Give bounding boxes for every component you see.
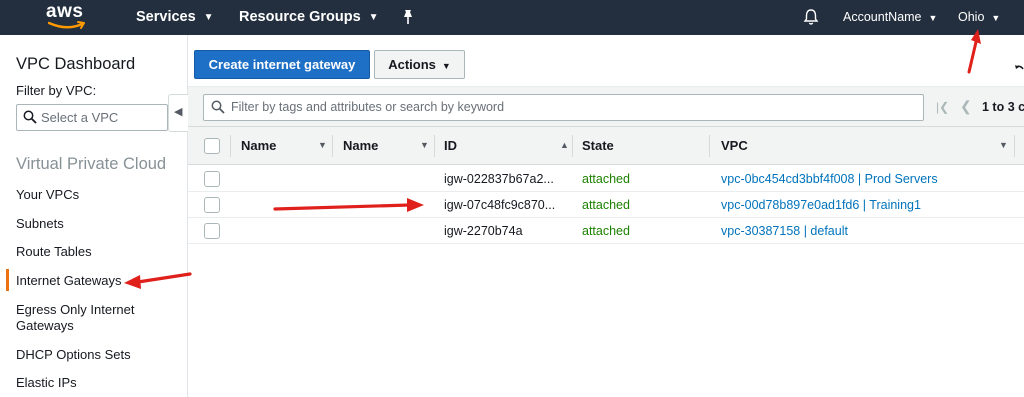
- chevron-down-icon: ▼: [928, 13, 938, 23]
- toolbar: Create internet gateway Actions ▼: [188, 35, 1024, 87]
- row-state: attached: [582, 172, 630, 186]
- resource-groups-label: Resource Groups: [239, 9, 361, 25]
- column-header-vpc[interactable]: VPC: [721, 127, 748, 165]
- bell-icon[interactable]: [803, 8, 819, 26]
- column-header-state[interactable]: State: [582, 127, 614, 165]
- virtual-private-cloud-heading: Virtual Private Cloud: [16, 155, 167, 173]
- sidebar: VPC Dashboard Filter by VPC: Select a VP…: [0, 35, 188, 397]
- table-header: Name ▼ Name ▼ ID ▲ State VPC ▼: [188, 127, 1024, 165]
- column-divider: [709, 135, 710, 157]
- column-header-name-tag[interactable]: Name: [343, 127, 378, 165]
- row-checkbox[interactable]: [204, 223, 220, 239]
- refresh-icon[interactable]: [1014, 65, 1024, 79]
- actions-label: Actions: [388, 57, 436, 72]
- filter-bar: Filter by tags and attributes or search …: [188, 87, 1024, 127]
- row-state: attached: [582, 198, 630, 212]
- row-vpc-link[interactable]: vpc-00d78b897e0ad1fd6 | Training1: [721, 192, 921, 218]
- chevron-down-icon: ▼: [203, 12, 214, 23]
- row-id: igw-2270b74a: [444, 224, 523, 238]
- filter-search-input[interactable]: Filter by tags and attributes or search …: [203, 94, 924, 121]
- pagination-text: 1 to 3 c: [982, 100, 1024, 114]
- account-label: AccountName: [843, 10, 922, 24]
- active-item-indicator: [6, 269, 9, 291]
- vpc-select[interactable]: Select a VPC: [16, 104, 168, 131]
- chevron-down-icon: ▼: [441, 61, 451, 71]
- aws-logo-text: aws: [46, 1, 84, 22]
- services-label: Services: [136, 9, 196, 25]
- sidebar-item-subnets[interactable]: Subnets: [16, 216, 64, 232]
- row-checkbox[interactable]: [204, 197, 220, 213]
- collapse-sidebar-button[interactable]: ◀: [168, 94, 188, 132]
- resource-groups-menu[interactable]: Resource Groups ▼: [239, 0, 379, 35]
- pin-icon[interactable]: [401, 9, 415, 25]
- chevron-down-icon[interactable]: ▼: [318, 140, 327, 150]
- sidebar-item-dhcp-options-sets[interactable]: DHCP Options Sets: [16, 347, 131, 363]
- chevron-left-icon: ◀: [174, 106, 183, 118]
- column-divider: [332, 135, 333, 157]
- row-vpc-link[interactable]: vpc-30387158 | default: [721, 218, 848, 244]
- services-menu[interactable]: Services ▼: [136, 0, 214, 35]
- chevron-down-icon[interactable]: ▼: [420, 140, 429, 150]
- sort-ascending-icon[interactable]: ▲: [560, 140, 569, 150]
- row-state: attached: [582, 224, 630, 238]
- aws-smile-icon: [48, 21, 85, 29]
- top-navigation-bar: aws Services ▼ Resource Groups ▼ AccountNa…: [0, 0, 1024, 35]
- column-divider: [434, 135, 435, 157]
- column-header-name[interactable]: Name: [241, 127, 276, 165]
- vpc-select-placeholder: Select a VPC: [41, 110, 119, 125]
- sidebar-item-egress-only-internet-gateways[interactable]: Egress Only Internet Gateways: [16, 302, 156, 334]
- row-checkbox[interactable]: [204, 171, 220, 187]
- first-page-icon[interactable]: |❮: [936, 100, 949, 114]
- table-row[interactable]: igw-2270b74a attached vpc-30387158 | def…: [188, 218, 1024, 244]
- column-divider: [572, 135, 573, 157]
- filter-by-vpc-label: Filter by VPC:: [16, 83, 97, 98]
- column-header-id[interactable]: ID: [444, 127, 457, 165]
- column-divider: [1014, 135, 1015, 157]
- aws-logo[interactable]: aws: [46, 2, 90, 32]
- filter-search-placeholder: Filter by tags and attributes or search …: [231, 100, 505, 114]
- region-menu[interactable]: Ohio ▼: [958, 0, 1000, 35]
- column-divider: [230, 135, 231, 157]
- actions-button[interactable]: Actions ▼: [374, 50, 465, 79]
- chevron-down-icon[interactable]: ▼: [999, 140, 1008, 150]
- region-label: Ohio: [958, 10, 985, 24]
- sidebar-item-internet-gateways[interactable]: Internet Gateways: [16, 273, 122, 289]
- chevron-down-icon: ▼: [368, 12, 379, 23]
- row-vpc-link[interactable]: vpc-0bc454cd3bbf4f008 | Prod Servers: [721, 166, 938, 192]
- create-internet-gateway-button[interactable]: Create internet gateway: [194, 50, 370, 79]
- row-id: igw-022837b67a2...: [444, 172, 554, 186]
- previous-page-icon[interactable]: ❮: [960, 98, 972, 115]
- sidebar-item-your-vpcs[interactable]: Your VPCs: [16, 187, 79, 203]
- main-content: Create internet gateway Actions ▼ Filter …: [188, 35, 1024, 397]
- select-all-checkbox[interactable]: [204, 138, 220, 154]
- sidebar-item-elastic-ips[interactable]: Elastic IPs: [16, 375, 77, 391]
- search-icon: [211, 100, 225, 114]
- sidebar-title[interactable]: VPC Dashboard: [16, 55, 135, 74]
- sidebar-item-route-tables[interactable]: Route Tables: [16, 244, 92, 260]
- account-menu[interactable]: AccountName ▼: [843, 0, 937, 35]
- chevron-down-icon: ▼: [991, 13, 1001, 23]
- table-row[interactable]: igw-07c48fc9c870... attached vpc-00d78b8…: [188, 192, 1024, 218]
- table-row[interactable]: igw-022837b67a2... attached vpc-0bc454cd…: [188, 166, 1024, 192]
- row-id: igw-07c48fc9c870...: [444, 198, 556, 212]
- search-icon: [23, 110, 37, 124]
